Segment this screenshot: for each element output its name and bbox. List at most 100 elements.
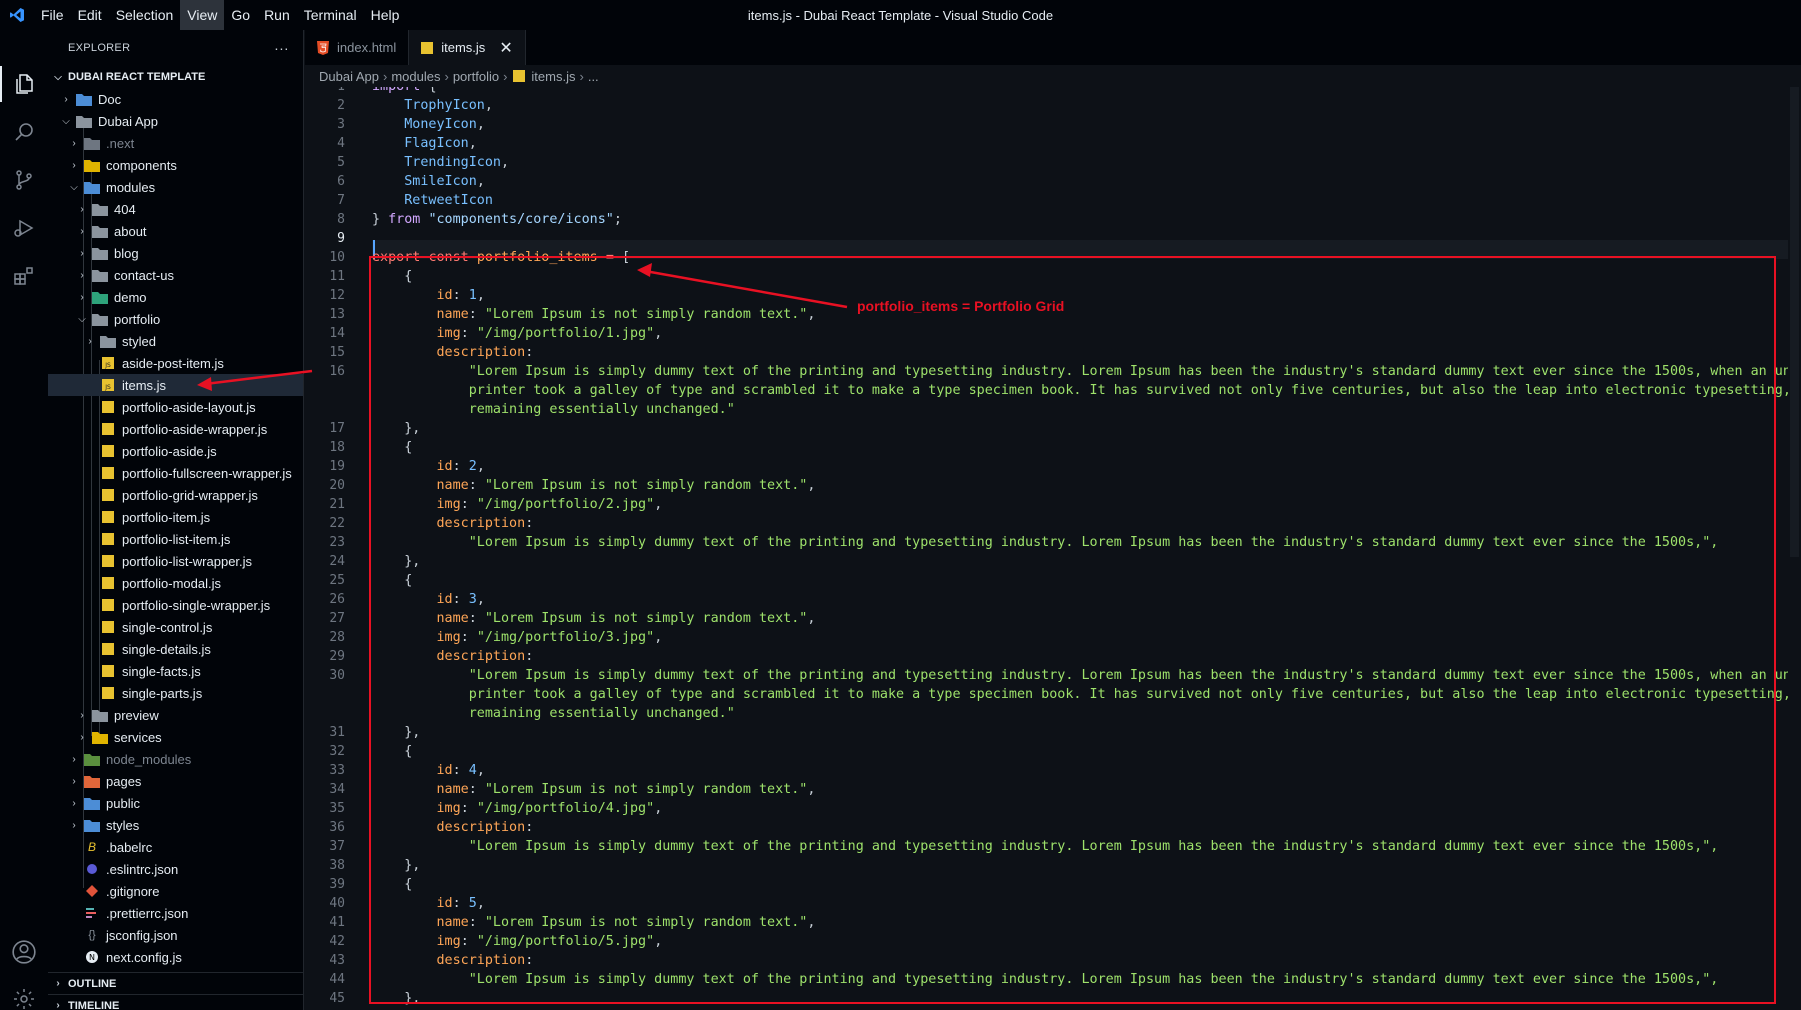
chevron-right-icon: › bbox=[579, 68, 584, 84]
breadcrumb-item[interactable]: items.js bbox=[531, 69, 575, 84]
menu-terminal[interactable]: Terminal bbox=[297, 0, 364, 30]
editor-scrollbar[interactable] bbox=[1788, 87, 1801, 1010]
folder-icon bbox=[84, 818, 100, 832]
tree-folder-blog[interactable]: › blog bbox=[48, 242, 303, 264]
tree-folder-modules[interactable]: ⌵ modules bbox=[48, 176, 303, 198]
tree-folder-node-modules[interactable]: › node_modules bbox=[48, 748, 303, 770]
tree-file[interactable]: portfolio-list-item.js bbox=[48, 528, 303, 550]
tree-folder-doc[interactable]: › Doc bbox=[48, 88, 303, 110]
tree-folder-portfolio[interactable]: ⌵ portfolio bbox=[48, 308, 303, 330]
source-control-icon[interactable] bbox=[10, 166, 38, 194]
annotation-label: portfolio_items = Portfolio Grid bbox=[857, 298, 1065, 314]
tree-label: 404 bbox=[114, 201, 136, 217]
menu-file[interactable]: File bbox=[34, 0, 71, 30]
code-line: TrendingIcon, bbox=[404, 155, 510, 170]
explorer-more-button[interactable]: ··· bbox=[274, 40, 289, 56]
explorer-icon[interactable] bbox=[10, 70, 38, 98]
folder-icon bbox=[92, 290, 108, 304]
tree-label: single-facts.js bbox=[122, 663, 201, 679]
tree-file[interactable]: portfolio-aside-layout.js bbox=[48, 396, 303, 418]
tab-items-js[interactable]: items.js ✕ bbox=[409, 30, 526, 65]
chevron-down-icon: ⌵ bbox=[62, 115, 70, 127]
tree-file[interactable]: single-details.js bbox=[48, 638, 303, 660]
tree-file[interactable]: portfolio-single-wrapper.js bbox=[48, 594, 303, 616]
tree-label: contact-us bbox=[114, 267, 174, 283]
breadcrumb-item[interactable]: portfolio bbox=[453, 69, 499, 84]
tree-file-prettierrc[interactable]: .prettierrc.json bbox=[48, 902, 303, 924]
tree-label: modules bbox=[106, 179, 156, 195]
close-icon[interactable]: ✕ bbox=[499, 38, 512, 58]
tree-folder-services[interactable]: › services bbox=[48, 726, 303, 748]
tab-label: items.js bbox=[441, 40, 486, 55]
tree-file[interactable]: single-facts.js bbox=[48, 660, 303, 682]
breadcrumb-item[interactable]: modules bbox=[391, 69, 440, 84]
tree-root[interactable]: ⌵ DUBAI REACT TEMPLATE bbox=[48, 66, 303, 88]
tree-label: .prettierrc.json bbox=[106, 905, 189, 921]
tree-folder-components[interactable]: › components bbox=[48, 154, 303, 176]
breadcrumb-item[interactable]: ... bbox=[588, 69, 599, 84]
activity-bar bbox=[0, 30, 48, 1010]
tree-file-selected[interactable]: JS items.js bbox=[48, 374, 303, 396]
line-number: 42 bbox=[329, 934, 345, 949]
tree-file[interactable]: portfolio-modal.js bbox=[48, 572, 303, 594]
tree-file-eslintrc[interactable]: .eslintrc.json bbox=[48, 858, 303, 880]
tree-folder-styles[interactable]: › styles bbox=[48, 814, 303, 836]
tree-label: portfolio-grid-wrapper.js bbox=[122, 487, 258, 503]
line-number: 29 bbox=[329, 649, 345, 664]
tree-folder-next[interactable]: › .next bbox=[48, 132, 303, 154]
extensions-icon[interactable] bbox=[10, 262, 38, 290]
tree-label: next.config.js bbox=[106, 949, 182, 965]
search-icon[interactable] bbox=[10, 118, 38, 146]
code-line: import { bbox=[372, 87, 437, 96]
tree-folder-styled[interactable]: › styled bbox=[48, 330, 303, 352]
tree-file[interactable]: portfolio-aside-wrapper.js bbox=[48, 418, 303, 440]
scrollbar-thumb[interactable] bbox=[1790, 87, 1799, 557]
tree-file[interactable]: single-control.js bbox=[48, 616, 303, 638]
menu-go[interactable]: Go bbox=[224, 0, 257, 30]
tree-folder-about[interactable]: › about bbox=[48, 220, 303, 242]
menu-selection[interactable]: Selection bbox=[109, 0, 181, 30]
tree-label: public bbox=[106, 795, 140, 811]
tree-label: pages bbox=[106, 773, 142, 789]
tree-folder-404[interactable]: › 404 bbox=[48, 198, 303, 220]
menu-run[interactable]: Run bbox=[257, 0, 297, 30]
breadcrumb-item[interactable]: Dubai App bbox=[319, 69, 379, 84]
tree-folder-demo[interactable]: › demo bbox=[48, 286, 303, 308]
tree-folder-public[interactable]: › public bbox=[48, 792, 303, 814]
tree-file[interactable]: JS aside-post-item.js bbox=[48, 352, 303, 374]
tree-folder-pages[interactable]: › pages bbox=[48, 770, 303, 792]
tree-file[interactable]: single-parts.js bbox=[48, 682, 303, 704]
tree-file-jsconfig[interactable]: {} jsconfig.json bbox=[48, 924, 303, 946]
tree-file-gitignore[interactable]: .gitignore bbox=[48, 880, 303, 902]
tree-file[interactable]: portfolio-list-wrapper.js bbox=[48, 550, 303, 572]
tree-file[interactable]: portfolio-aside.js bbox=[48, 440, 303, 462]
tree-folder-preview[interactable]: › preview bbox=[48, 704, 303, 726]
menu-help[interactable]: Help bbox=[364, 0, 407, 30]
outline-section[interactable]: › OUTLINE bbox=[48, 972, 303, 994]
tree-label: styled bbox=[122, 333, 156, 349]
account-icon[interactable] bbox=[10, 938, 38, 966]
menu-edit[interactable]: Edit bbox=[71, 0, 109, 30]
code-line: TrophyIcon, bbox=[404, 98, 493, 113]
line-number: 12 bbox=[329, 288, 345, 303]
prettier-icon bbox=[84, 906, 100, 920]
js-file-icon bbox=[100, 488, 116, 502]
tab-index-html[interactable]: index.html bbox=[305, 30, 410, 65]
chevron-right-icon: › bbox=[72, 797, 76, 809]
tree-file[interactable]: portfolio-grid-wrapper.js bbox=[48, 484, 303, 506]
tree-file-next-config[interactable]: N next.config.js bbox=[48, 946, 303, 968]
tree-folder-dubai-app[interactable]: ⌵ Dubai App bbox=[48, 110, 303, 132]
tree-file[interactable]: portfolio-item.js bbox=[48, 506, 303, 528]
line-number: 3 bbox=[337, 117, 345, 132]
settings-gear-icon[interactable] bbox=[10, 985, 38, 1010]
line-number: 44 bbox=[329, 972, 345, 987]
tree-file[interactable]: portfolio-fullscreen-wrapper.js bbox=[48, 462, 303, 484]
js-file-icon: JS bbox=[100, 378, 116, 392]
tree-file-babelrc[interactable]: B .babelrc bbox=[48, 836, 303, 858]
timeline-section[interactable]: › TIMELINE bbox=[48, 994, 303, 1010]
menu-view[interactable]: View bbox=[180, 0, 225, 30]
html-file-icon bbox=[317, 40, 329, 55]
js-file-icon bbox=[100, 620, 116, 634]
tree-folder-contact-us[interactable]: › contact-us bbox=[48, 264, 303, 286]
run-debug-icon[interactable] bbox=[10, 214, 38, 242]
